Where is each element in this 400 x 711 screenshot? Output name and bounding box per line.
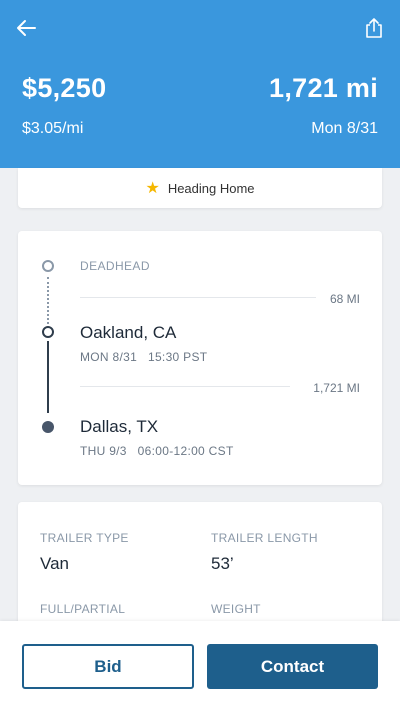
deadhead-label: DEADHEAD <box>80 259 150 273</box>
share-icon <box>366 18 382 38</box>
details-card: TRAILER TYPE Van TRAILER LENGTH 53’ FULL… <box>18 502 382 632</box>
origin-time: MON 8/31 15:30 PST <box>80 350 208 364</box>
destination-node <box>42 421 54 433</box>
destination-time: THU 9/3 06:00-12:00 CST <box>80 444 234 458</box>
trailer-length-label: TRAILER LENGTH <box>211 531 318 545</box>
arrow-left-icon <box>17 20 36 36</box>
bid-button[interactable]: Bid <box>22 644 194 689</box>
weight-label: WEIGHT <box>211 602 261 616</box>
destination-city: Dallas, TX <box>80 417 159 436</box>
trip-miles: 1,721 MI <box>313 381 360 395</box>
status-card: ★ Heading Home <box>18 168 382 208</box>
trailer-type-label: TRAILER TYPE <box>40 531 129 545</box>
rate-per-mile: $3.05/mi <box>22 120 84 137</box>
star-icon: ★ <box>145 180 160 197</box>
divider <box>80 386 290 387</box>
load-distance: 1,721 mi <box>269 73 378 103</box>
share-button[interactable] <box>360 14 388 42</box>
origin-node <box>42 326 54 338</box>
deadhead-node <box>42 260 54 272</box>
divider <box>80 297 316 298</box>
deadhead-miles: 68 MI <box>329 292 360 306</box>
contact-button[interactable]: Contact <box>207 644 378 689</box>
route-connector <box>47 341 49 413</box>
route-card: DEADHEAD 68 MI Oakland, CA MON 8/31 15:3… <box>18 231 382 485</box>
load-price: $5,250 <box>22 73 107 103</box>
status-label: Heading Home <box>167 180 255 196</box>
full-partial-label: FULL/PARTIAL <box>40 602 126 616</box>
trailer-length-value: 53’ <box>211 554 234 573</box>
header: $5,250 1,721 mi $3.05/mi Mon 8/31 <box>0 0 400 168</box>
back-button[interactable] <box>12 14 40 42</box>
action-bar: Bid Contact <box>0 621 400 711</box>
trailer-type-value: Van <box>40 554 69 573</box>
deadhead-connector <box>47 277 49 324</box>
origin-city: Oakland, CA <box>80 323 177 342</box>
pickup-date: Mon 8/31 <box>311 120 378 137</box>
